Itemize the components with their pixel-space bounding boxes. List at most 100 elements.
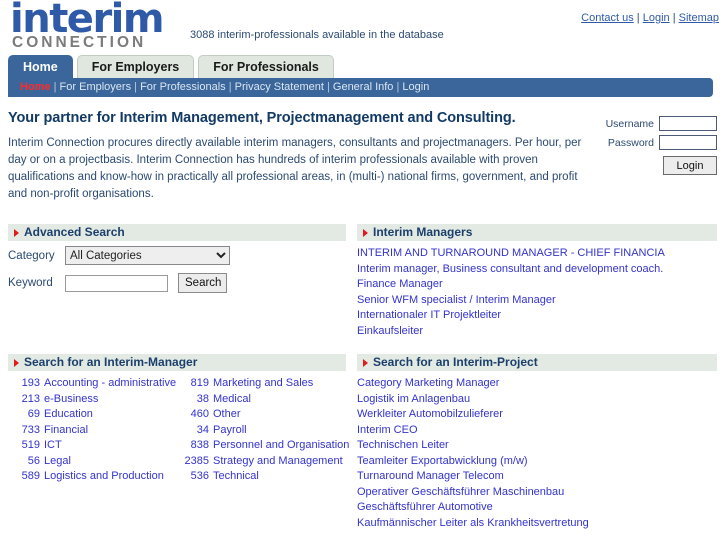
category-link[interactable]: Technical: [213, 469, 259, 485]
interim-manager-link[interactable]: INTERIM AND TURNAROUND MANAGER - CHIEF F…: [357, 247, 665, 259]
nav-item-general-info[interactable]: General Info: [333, 81, 394, 93]
category-link[interactable]: Legal: [44, 454, 71, 470]
username-input[interactable]: [659, 116, 717, 131]
tab-for-professionals[interactable]: For Professionals: [198, 55, 334, 78]
nav-separator: |: [50, 81, 60, 93]
nav-item-for-professionals[interactable]: For Professionals: [140, 81, 226, 93]
category-count[interactable]: 460: [177, 407, 209, 423]
category-count[interactable]: 56: [8, 454, 40, 470]
category-row: 519 ICT: [8, 438, 177, 454]
utility-link-sitemap[interactable]: Sitemap: [679, 12, 719, 24]
list-item: Werkleiter Automobilzulieferer: [357, 407, 717, 423]
category-link[interactable]: Logistics and Production: [44, 469, 164, 485]
category-count[interactable]: 838: [177, 438, 209, 454]
tab-home[interactable]: Home: [8, 55, 73, 78]
interim-project-link[interactable]: Teamleiter Exportabwicklung (m/w): [357, 455, 528, 467]
site-logo[interactable]: interim CONNECTION: [6, 0, 186, 52]
list-item: Technischen Leiter: [357, 438, 717, 454]
category-count[interactable]: 589: [8, 469, 40, 485]
interim-project-link[interactable]: Operativer Geschäftsführer Maschinenbau: [357, 486, 564, 498]
category-select[interactable]: All Categories: [65, 246, 230, 265]
interim-project-link[interactable]: Logistik im Anlagenbau: [357, 393, 470, 405]
category-count[interactable]: 213: [8, 392, 40, 408]
list-item: Operativer Geschäftsführer Maschinenbau: [357, 485, 717, 501]
category-link[interactable]: ICT: [44, 438, 62, 454]
interim-managers-panel: Interim Managers INTERIM AND TURNAROUND …: [357, 224, 717, 339]
utility-link-separator: |: [669, 12, 679, 24]
nav-item-privacy-statement[interactable]: Privacy Statement: [235, 81, 324, 93]
interim-manager-link[interactable]: Finance Manager: [357, 278, 443, 290]
category-link[interactable]: Financial: [44, 423, 88, 439]
list-item: Turnaround Manager Telecom: [357, 469, 717, 485]
password-input[interactable]: [659, 135, 717, 150]
keyword-label: Keyword: [8, 277, 53, 289]
utility-link-contact-us[interactable]: Contact us: [581, 12, 634, 24]
category-column-left: 193 Accounting - administrative 213 e-Busin…: [8, 376, 177, 485]
interim-project-link[interactable]: Turnaround Manager Telecom: [357, 470, 504, 482]
search-project-panel: Search for an Interim-Project Category M…: [357, 354, 717, 531]
category-link[interactable]: Accounting - administrative: [44, 376, 176, 392]
category-link[interactable]: Medical: [213, 392, 251, 408]
category-count[interactable]: 519: [8, 438, 40, 454]
interim-projects-list: Category Marketing Manager Logistik im An…: [357, 376, 717, 531]
nav-separator: |: [131, 81, 141, 93]
category-link[interactable]: Education: [44, 407, 93, 423]
interim-project-link[interactable]: Category Marketing Manager: [357, 377, 499, 389]
triangle-bullet-icon: [363, 358, 368, 367]
search-manager-panel: Search for an Interim-Manager 193 Account…: [8, 354, 350, 485]
interim-managers-heading-label: Interim Managers: [373, 225, 473, 239]
interim-manager-link[interactable]: Interim manager, Business consultant and…: [357, 263, 663, 275]
triangle-bullet-icon: [14, 228, 19, 237]
category-count[interactable]: 733: [8, 423, 40, 439]
interim-project-link[interactable]: Werkleiter Automobilzulieferer: [357, 408, 503, 420]
site-header: interim CONNECTION 3088 interim-professi…: [0, 0, 727, 52]
login-button[interactable]: Login: [663, 156, 717, 175]
category-count[interactable]: 38: [177, 392, 209, 408]
username-label: Username: [605, 117, 654, 130]
category-count[interactable]: 2385: [177, 454, 209, 470]
interim-manager-link[interactable]: Internationaler IT Projektleiter: [357, 309, 501, 321]
interim-project-link[interactable]: Technischen Leiter: [357, 439, 449, 451]
tab-for-employers[interactable]: For Employers: [76, 55, 195, 78]
category-count[interactable]: 69: [8, 407, 40, 423]
list-item: Interim CEO: [357, 423, 717, 439]
interim-project-link[interactable]: Kaufmännischer Leiter als Krankheitsvert…: [357, 517, 589, 529]
category-link[interactable]: e-Business: [44, 392, 98, 408]
nav-item-home[interactable]: Home: [20, 81, 51, 93]
category-row: 56 Legal: [8, 454, 177, 470]
category-link[interactable]: Strategy and Management: [213, 454, 343, 470]
category-count[interactable]: 34: [177, 423, 209, 439]
nav-separator: |: [323, 81, 333, 93]
keyword-input[interactable]: [65, 274, 168, 292]
category-count[interactable]: 819: [177, 376, 209, 392]
search-manager-heading-label: Search for an Interim-Manager: [24, 355, 198, 369]
triangle-bullet-icon: [14, 358, 19, 367]
category-link[interactable]: Marketing and Sales: [213, 376, 313, 392]
keyword-row: Keyword Search: [8, 273, 346, 293]
nav-item-for-employers[interactable]: For Employers: [60, 81, 132, 93]
category-link[interactable]: Other: [213, 407, 241, 423]
category-row: 38 Medical: [177, 392, 346, 408]
search-button[interactable]: Search: [178, 273, 227, 293]
category-count[interactable]: 536: [177, 469, 209, 485]
interim-managers-body: INTERIM AND TURNAROUND MANAGER - CHIEF F…: [357, 241, 717, 339]
interim-manager-link[interactable]: Senior WFM specialist / Interim Manager: [357, 294, 556, 306]
list-item: Category Marketing Manager: [357, 376, 717, 392]
category-row: 536 Technical: [177, 469, 346, 485]
category-row: Category All Categories: [8, 246, 346, 265]
nav-item-login[interactable]: Login: [402, 81, 429, 93]
utility-link-login[interactable]: Login: [643, 12, 670, 24]
interim-project-link[interactable]: Interim CEO: [357, 424, 418, 436]
utility-links: Contact us | Login | Sitemap: [581, 12, 719, 24]
category-link[interactable]: Personnel and Organisation: [213, 438, 349, 454]
list-item: INTERIM AND TURNAROUND MANAGER - CHIEF F…: [357, 246, 717, 262]
interim-manager-link[interactable]: Einkaufsleiter: [357, 325, 423, 337]
category-count[interactable]: 193: [8, 376, 40, 392]
category-link[interactable]: Payroll: [213, 423, 247, 439]
category-row: 193 Accounting - administrative: [8, 376, 177, 392]
login-button-row: Login: [577, 156, 717, 175]
category-label: Category: [8, 249, 55, 262]
advanced-search-heading: Advanced Search: [8, 224, 346, 241]
interim-project-link[interactable]: Geschäftsführer Automotive: [357, 501, 493, 513]
search-manager-body: 193 Accounting - administrative 213 e-Busin…: [8, 371, 350, 485]
